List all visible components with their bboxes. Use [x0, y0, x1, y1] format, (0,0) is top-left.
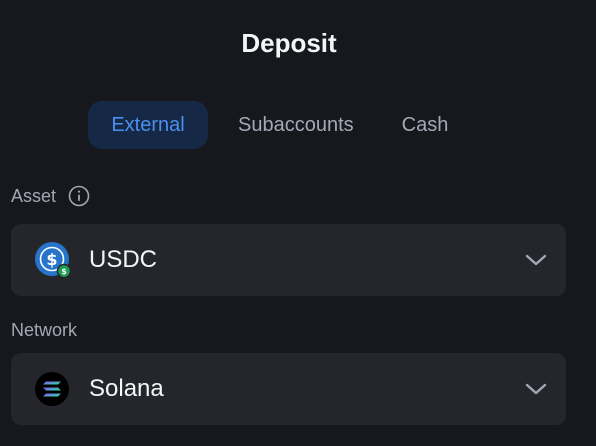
- svg-text:$: $: [61, 267, 67, 276]
- tab-external[interactable]: External: [88, 101, 208, 149]
- asset-label: Asset: [11, 185, 57, 206]
- asset-label-row: Asset: [11, 185, 90, 207]
- tab-subaccounts[interactable]: Subaccounts: [220, 101, 372, 149]
- info-icon[interactable]: [68, 185, 90, 207]
- asset-select[interactable]: $ $ USDC: [11, 224, 566, 296]
- deposit-source-tabs: External Subaccounts Cash: [88, 101, 466, 149]
- network-label: Network: [11, 320, 78, 340]
- network-selected-value: Solana: [89, 375, 164, 402]
- page-title: Deposit: [241, 28, 337, 58]
- svg-text:$: $: [46, 250, 57, 269]
- network-label-row: Network: [11, 320, 77, 341]
- chevron-down-icon: [524, 382, 548, 396]
- tab-cash[interactable]: Cash: [384, 101, 467, 149]
- usdc-icon: $ $: [35, 242, 72, 279]
- asset-selected-value: USDC: [89, 246, 158, 273]
- chevron-down-icon: [524, 253, 548, 267]
- network-select[interactable]: Solana: [11, 353, 566, 425]
- deposit-dialog: Deposit External Subaccounts Cash Asset …: [0, 0, 596, 446]
- solana-icon: [35, 371, 71, 407]
